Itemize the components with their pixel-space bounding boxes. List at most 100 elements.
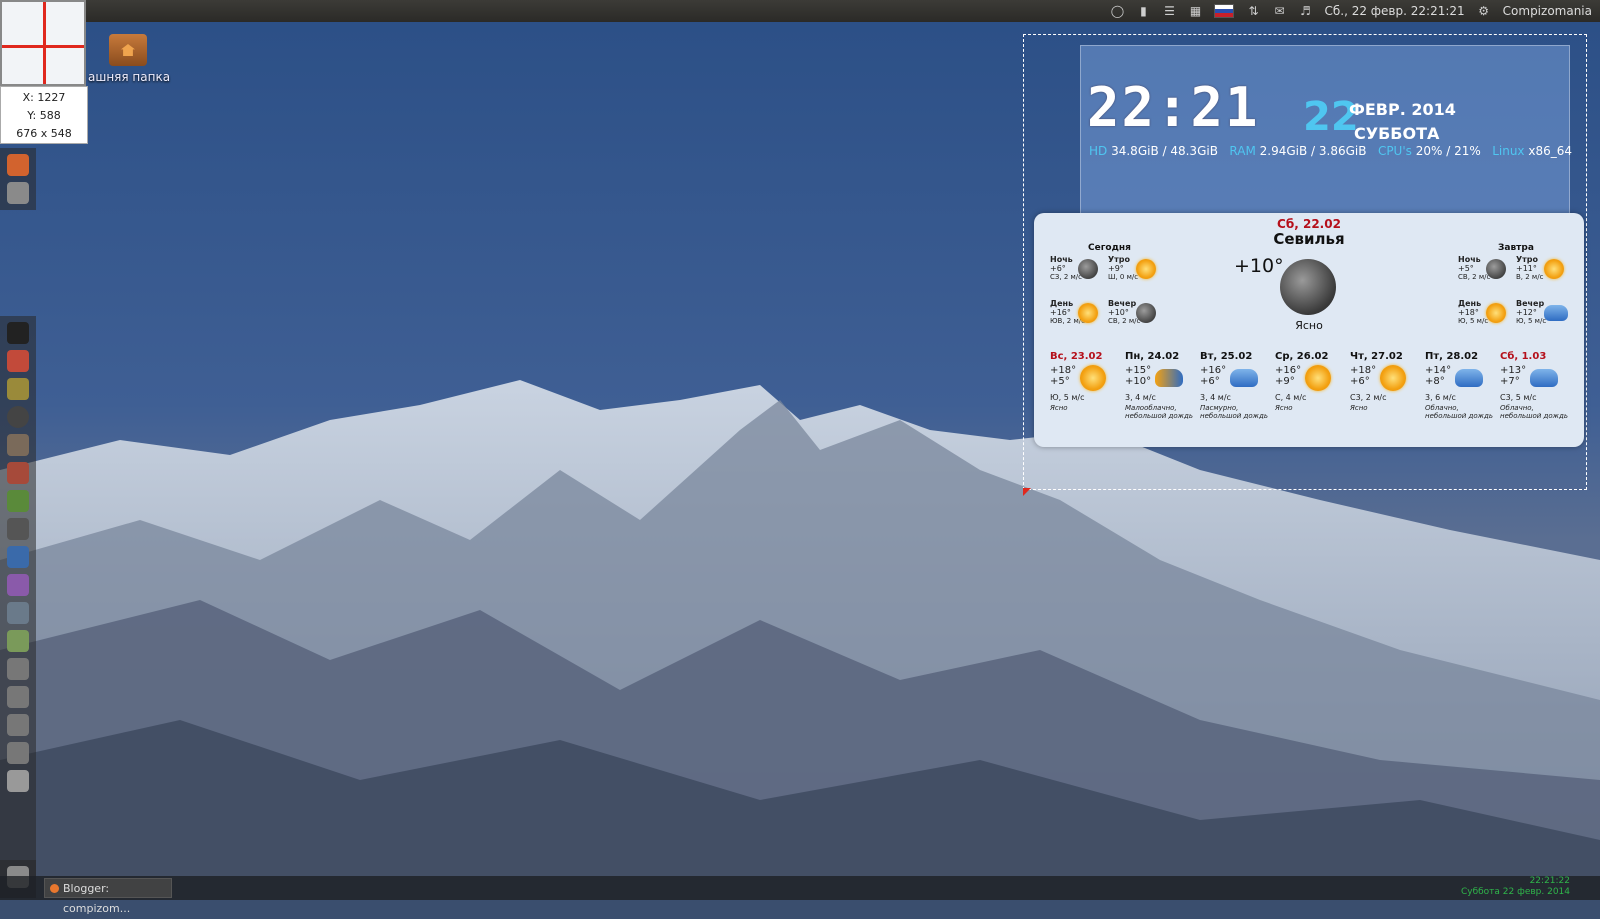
forecast-day: Ср, 26.02 +16° +9° С, 4 м/с Ясно xyxy=(1275,351,1349,412)
forecast-desc-2: небольшой дождь xyxy=(1125,412,1193,420)
tomorrow-day: День +18° Ю, 5 м/с xyxy=(1458,299,1514,325)
selection-size: 676 x 548 xyxy=(16,127,72,140)
lightbulb-icon[interactable]: ◯ xyxy=(1110,4,1124,18)
gear-icon[interactable]: ⚙ xyxy=(1477,4,1491,18)
launcher-app-icon[interactable] xyxy=(7,490,29,512)
launcher-app-icon[interactable] xyxy=(7,546,29,568)
home-folder[interactable]: ашняя папка xyxy=(88,34,171,84)
launcher-app-icon[interactable] xyxy=(7,350,29,372)
today-title: Сегодня xyxy=(1088,243,1131,253)
forecast-day: Пт, 28.02 +14° +8° 3, 6 м/с Облачно, неб… xyxy=(1425,351,1499,420)
panel-datetime[interactable]: Сб., 22 февр. 22:21:21 xyxy=(1324,4,1464,18)
volume-icon[interactable]: ♬ xyxy=(1298,4,1312,18)
slot-name: Утро xyxy=(1108,255,1131,264)
slot-name: Вечер xyxy=(1108,299,1137,308)
forecast-day-name: Чт, 27.02 xyxy=(1350,351,1403,362)
launcher-group-main xyxy=(0,316,36,876)
menu-icon[interactable]: ☰ xyxy=(1162,4,1176,18)
forecast-desc: Ясно xyxy=(1050,404,1068,412)
bottom-clock-date: Суббота 22 февр. 2014 xyxy=(1460,887,1570,897)
slot-wind: СВ, 2 м/с xyxy=(1108,317,1141,325)
ram-value: 2.94GiB / 3.86GiB xyxy=(1259,144,1367,158)
conky-month: ФЕВР. 2014 xyxy=(1349,100,1456,119)
slot-name: Утро xyxy=(1516,255,1539,264)
current-temperature: +10° xyxy=(1234,255,1284,277)
slot-wind: ЮВ, 2 м/с xyxy=(1050,317,1085,325)
slot-name: Ночь xyxy=(1458,255,1481,264)
forecast-day: Вт, 25.02 +16° +6° 3, 4 м/с Пасмурно, не… xyxy=(1200,351,1274,420)
cursor-coordinates: X: 1227 Y: 588 676 x 548 xyxy=(0,86,88,144)
hd-value: 34.8GiB / 48.3GiB xyxy=(1111,144,1218,158)
flag-icon[interactable] xyxy=(1214,4,1235,18)
slot-wind: СВ, 2 м/с xyxy=(1458,273,1491,281)
taskbar-window-blogger[interactable]: Blogger: compizom... xyxy=(44,878,172,915)
sun-icon xyxy=(1380,365,1406,391)
arrows-icon[interactable]: ⇅ xyxy=(1246,4,1260,18)
forecast-desc: Пасмурно, xyxy=(1200,404,1239,412)
terminal-icon[interactable] xyxy=(7,322,29,344)
launcher-group-top xyxy=(0,148,36,210)
conky-widget: 22:21 22 ФЕВР. 2014 СУББОТА HD 34.8GiB /… xyxy=(1080,45,1572,219)
today-day: День +16° ЮВ, 2 м/с xyxy=(1050,299,1106,325)
screenshot-magnifier xyxy=(0,0,86,86)
forecast-desc-2: небольшой дождь xyxy=(1500,412,1568,420)
panel-user[interactable]: Compizomania xyxy=(1503,4,1592,18)
drive-icon[interactable] xyxy=(7,742,29,764)
launcher-app-icon[interactable] xyxy=(7,434,29,456)
launcher-app-icon[interactable] xyxy=(7,630,29,652)
forecast-wind: С3, 2 м/с xyxy=(1350,393,1387,402)
today-evening: Вечер +10° СВ, 2 м/с xyxy=(1108,299,1164,325)
launcher-app-icon[interactable] xyxy=(7,154,29,176)
today-morning: Утро +9° Ш, 0 м/с xyxy=(1108,255,1164,281)
sun-icon xyxy=(1078,303,1098,323)
ram-label: RAM xyxy=(1229,144,1256,158)
launcher-app-icon[interactable] xyxy=(7,182,29,204)
launcher-app-icon[interactable] xyxy=(7,574,29,596)
os-label: Linux xyxy=(1492,144,1525,158)
conky-weekday: СУББОТА xyxy=(1354,124,1440,143)
forecast-desc-2: небольшой дождь xyxy=(1425,412,1493,420)
moon-icon xyxy=(1486,259,1506,279)
launcher-app-icon[interactable] xyxy=(7,406,29,428)
forecast-day-name: Вс, 23.02 xyxy=(1050,351,1103,362)
forecast-day: Пн, 24.02 +15° +10° 3, 4 м/с Малооблачно… xyxy=(1125,351,1199,420)
usb-icon[interactable] xyxy=(7,770,29,792)
os-value: x86_64 xyxy=(1528,144,1572,158)
cursor-y: Y: 588 xyxy=(27,109,61,122)
forecast-desc: Облачно, xyxy=(1500,404,1534,412)
bottom-clock-time: 22:21:22 xyxy=(1529,876,1570,886)
tomorrow-night: Ночь +5° СВ, 2 м/с xyxy=(1458,255,1514,281)
conky-clock: 22:21 xyxy=(1087,76,1260,139)
forecast-day-name: Вт, 25.02 xyxy=(1200,351,1253,362)
sun-icon xyxy=(1486,303,1506,323)
keyboard-icon[interactable]: ▦ xyxy=(1188,4,1202,18)
forecast-wind: 3, 4 м/с xyxy=(1200,393,1231,402)
conky-system-info: HD 34.8GiB / 48.3GiB RAM 2.94GiB / 3.86G… xyxy=(1089,144,1572,158)
today-night: Ночь +6° СЗ, 2 м/с xyxy=(1050,255,1106,281)
mail-icon[interactable]: ✉ xyxy=(1272,4,1286,18)
drive-icon[interactable] xyxy=(7,658,29,680)
launcher-app-icon[interactable] xyxy=(7,602,29,624)
launcher-app-icon[interactable] xyxy=(7,518,29,540)
bottom-clock: 22:21:22 Суббота 22 февр. 2014 xyxy=(1461,876,1570,898)
tomorrow-evening: Вечер +12° Ю, 5 м/с xyxy=(1516,299,1572,325)
forecast-wind: 3, 6 м/с xyxy=(1425,393,1456,402)
tomorrow-title: Завтра xyxy=(1498,243,1534,253)
thermometer-icon[interactable]: ▮ xyxy=(1136,4,1150,18)
moon-icon xyxy=(1078,259,1098,279)
launcher-app-icon[interactable] xyxy=(7,462,29,484)
rain-cloud-icon xyxy=(1455,369,1483,387)
drive-icon[interactable] xyxy=(7,686,29,708)
rain-cloud-icon xyxy=(1544,305,1568,321)
launcher-app-icon[interactable] xyxy=(7,378,29,400)
moon-icon xyxy=(1280,259,1336,315)
forecast-day-name: Сб, 1.03 xyxy=(1500,351,1547,362)
forecast-day: Чт, 27.02 +18° +6° С3, 2 м/с Ясно xyxy=(1350,351,1424,412)
sun-icon xyxy=(1136,259,1156,279)
slot-wind: Ю, 5 м/с xyxy=(1458,317,1489,325)
moon-icon xyxy=(1136,303,1156,323)
drive-icon[interactable] xyxy=(7,714,29,736)
slot-wind: Ш, 0 м/с xyxy=(1108,273,1139,281)
home-folder-label: ашняя папка xyxy=(88,70,171,84)
weather-date: Сб, 22.02 xyxy=(1277,217,1341,231)
